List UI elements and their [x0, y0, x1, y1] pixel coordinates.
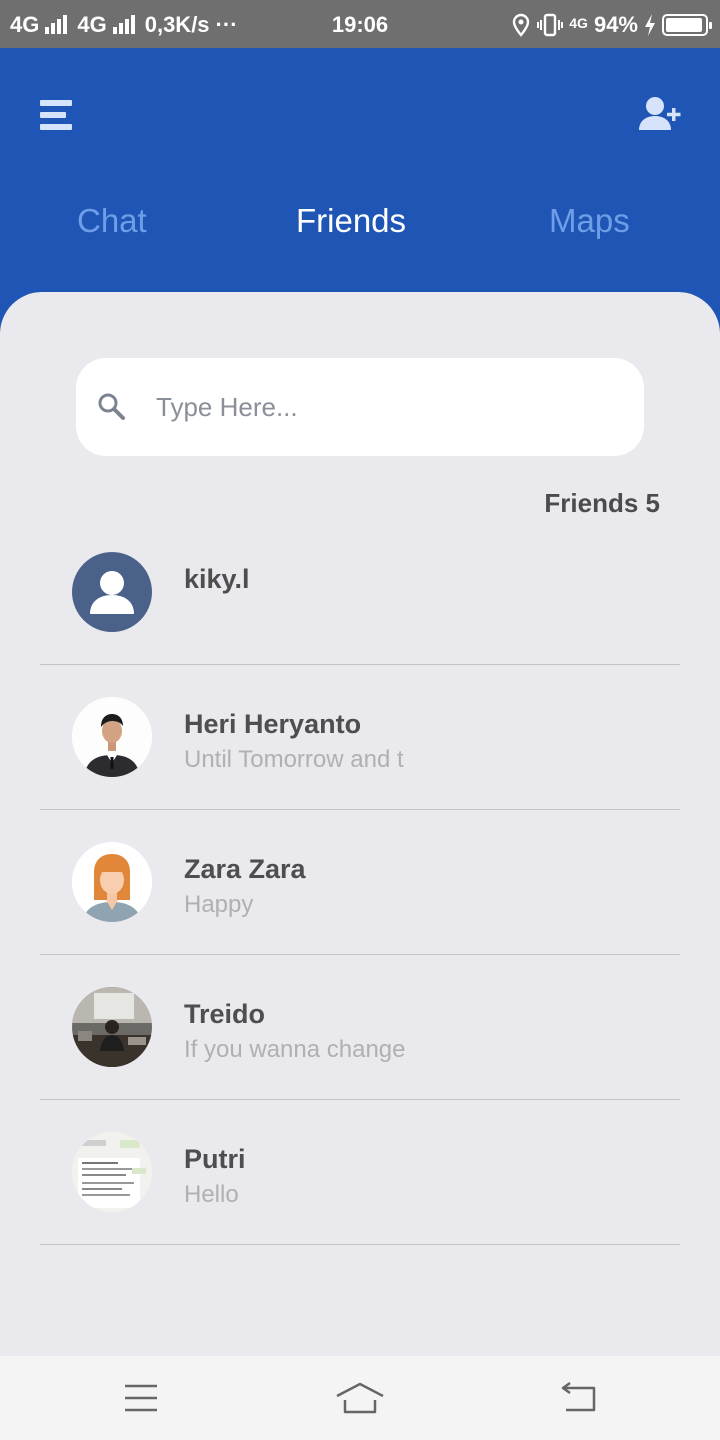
- friend-name: Heri Heryanto: [184, 709, 362, 739]
- avatar: [72, 697, 152, 777]
- friend-row[interactable]: kiky.l: [40, 520, 680, 665]
- friends-count: Friends 5: [544, 488, 660, 518]
- friend-list: kiky.l Heri Heryanto Until Tomorrow and …: [40, 520, 680, 1245]
- system-nav-bar: [0, 1356, 720, 1440]
- friend-row[interactable]: Heri Heryanto Until Tomorrow and t: [40, 665, 680, 810]
- friend-name: kiky.l: [184, 564, 250, 594]
- network-type: 4G: [569, 15, 588, 31]
- menu-icon[interactable]: [40, 100, 72, 130]
- search-input[interactable]: [156, 382, 616, 432]
- friend-row[interactable]: Putri Hello: [40, 1100, 680, 1245]
- avatar: [72, 987, 152, 1067]
- friends-panel: Friends 5 kiky.l: [0, 292, 720, 1356]
- vibrate-icon: [537, 13, 564, 37]
- status-bar: 4G 4G 0,3K/s ··· 19:06 4G 94%: [0, 0, 720, 48]
- friend-row[interactable]: Treido If you wanna change: [40, 955, 680, 1100]
- search-icon: [98, 393, 125, 420]
- avatar: [72, 842, 152, 922]
- tab-maps[interactable]: Maps: [549, 202, 630, 240]
- battery-icon: [662, 14, 712, 36]
- friend-name: Zara Zara: [184, 854, 306, 884]
- friend-row[interactable]: Zara Zara Happy: [40, 810, 680, 955]
- woman-avatar-icon: [72, 842, 152, 922]
- default-user-icon: [72, 552, 152, 632]
- avatar: [72, 552, 152, 632]
- friend-name: Treido: [184, 999, 266, 1029]
- friend-name: Putri: [184, 1144, 246, 1174]
- friend-last-message: Happy: [184, 891, 254, 918]
- charging-icon: [645, 14, 655, 36]
- location-icon: [513, 13, 530, 37]
- recent-apps-icon[interactable]: [116, 1380, 166, 1416]
- tab-chat[interactable]: Chat: [77, 202, 147, 240]
- office-photo-icon: [72, 987, 152, 1067]
- man-in-suit-icon: [72, 697, 152, 777]
- friend-last-message: If you wanna change: [184, 1036, 406, 1063]
- tab-friends[interactable]: Friends: [296, 202, 406, 240]
- avatar: [72, 1132, 152, 1212]
- battery-percent: 94%: [593, 12, 638, 37]
- document-photo-icon: [72, 1132, 152, 1212]
- back-icon[interactable]: [554, 1380, 604, 1416]
- search-bar[interactable]: [76, 358, 644, 456]
- friend-last-message: Hello: [184, 1181, 239, 1208]
- add-friend-icon[interactable]: [638, 96, 682, 132]
- status-right: 4G 94%: [511, 12, 712, 38]
- home-icon[interactable]: [335, 1380, 385, 1416]
- friend-last-message: Until Tomorrow and t: [184, 746, 404, 773]
